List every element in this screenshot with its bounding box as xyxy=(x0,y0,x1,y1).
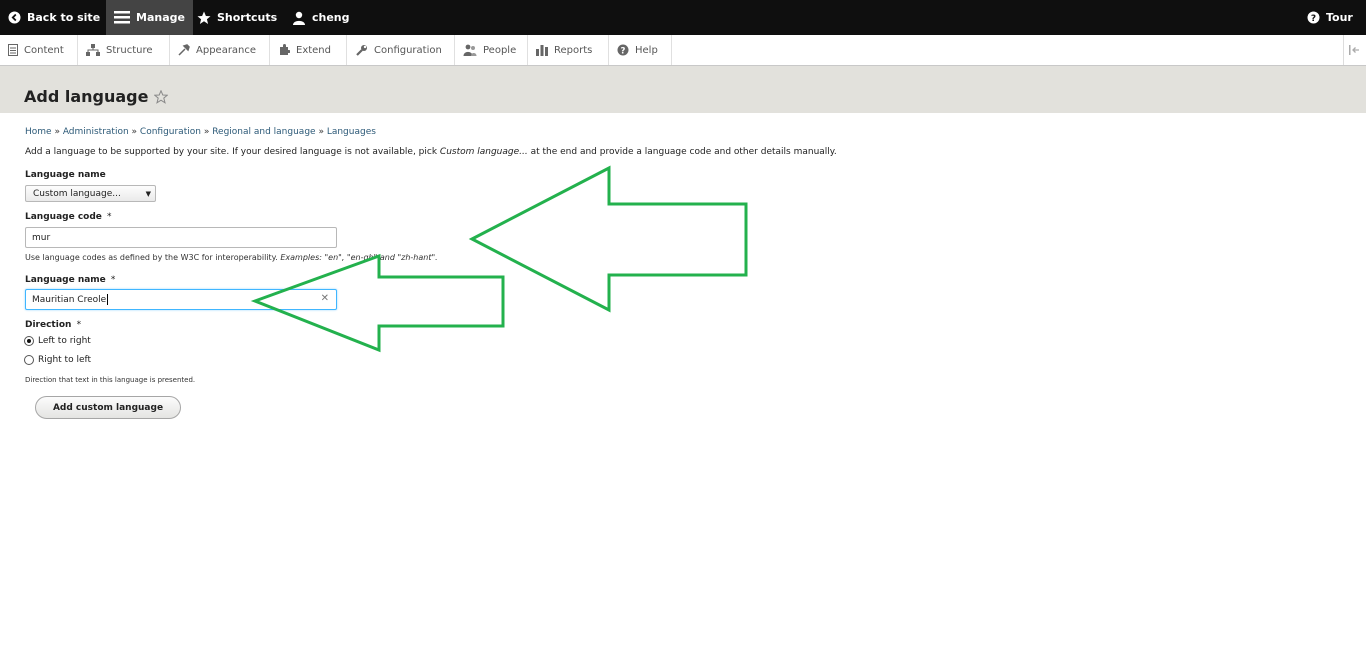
page-description: Add a language to be supported by your s… xyxy=(25,147,837,157)
shortcuts-tab[interactable]: Shortcuts xyxy=(197,0,277,35)
manage-label: Manage xyxy=(136,11,185,24)
tray-item-help[interactable]: ? Help xyxy=(609,35,672,65)
direction-help: Direction that text in this language is … xyxy=(25,376,196,384)
required-mark: * xyxy=(76,320,82,330)
reports-icon xyxy=(536,45,548,56)
manage-tab[interactable]: Manage xyxy=(106,0,193,35)
dropdown-caret-icon: ▼ xyxy=(145,190,151,198)
collapse-icon xyxy=(1349,45,1359,55)
required-mark: * xyxy=(107,212,112,222)
configuration-icon xyxy=(356,44,367,56)
tray-item-structure[interactable]: Structure xyxy=(78,35,170,65)
star-icon xyxy=(197,11,211,24)
langcode-value: mur xyxy=(32,232,51,243)
radio-rtl[interactable] xyxy=(24,355,34,365)
svg-text:?: ? xyxy=(1311,14,1316,24)
direction-rtl-label: Right to left xyxy=(38,355,92,365)
language-name-label: Language name * xyxy=(25,275,116,285)
back-arrow-icon xyxy=(8,11,21,24)
direction-rtl-option[interactable]: Right to left xyxy=(24,355,91,365)
help-icon: ? xyxy=(617,44,629,56)
admin-toolbar: Back to site Manage Shortcuts cheng ? To… xyxy=(0,0,1366,35)
tray-label: Structure xyxy=(106,44,153,56)
breadcrumb-configuration[interactable]: Configuration xyxy=(140,127,201,137)
language-select-value: Custom language... xyxy=(33,188,121,199)
add-custom-language-button[interactable]: Add custom language xyxy=(35,396,181,419)
required-mark: * xyxy=(110,275,116,285)
user-tab[interactable]: cheng xyxy=(292,0,350,35)
tray-item-reports[interactable]: Reports xyxy=(528,35,609,65)
langcode-label: Language code * xyxy=(25,212,112,222)
back-to-site-link[interactable]: Back to site xyxy=(8,0,100,35)
tray-orientation-toggle[interactable] xyxy=(1343,35,1366,65)
tray-item-content[interactable]: Content xyxy=(0,35,78,65)
language-select-label: Language name xyxy=(25,170,106,180)
admin-tray: Content Structure Appearance Extend Conf… xyxy=(0,35,1366,66)
breadcrumb-administration[interactable]: Administration xyxy=(63,127,129,137)
page-title: Add language xyxy=(24,87,169,106)
radio-ltr[interactable] xyxy=(24,336,34,346)
tray-item-people[interactable]: People xyxy=(455,35,528,65)
language-name-input[interactable]: Mauritian Creole ✕ xyxy=(25,289,337,310)
structure-icon xyxy=(86,44,100,56)
direction-ltr-option[interactable]: Left to right xyxy=(24,336,91,346)
appearance-icon xyxy=(178,44,190,56)
direction-label: Direction * xyxy=(25,320,82,330)
menu-icon xyxy=(114,11,130,24)
tour-label: Tour xyxy=(1326,11,1353,24)
breadcrumb-home[interactable]: Home xyxy=(25,127,52,137)
question-icon: ? xyxy=(1307,11,1320,24)
breadcrumb-languages[interactable]: Languages xyxy=(327,127,376,137)
breadcrumb-regional[interactable]: Regional and language xyxy=(212,127,315,137)
tray-label: Appearance xyxy=(196,44,257,56)
tray-label: Help xyxy=(635,44,658,56)
shortcut-star-icon[interactable] xyxy=(154,89,169,104)
breadcrumb: Home » Administration » Configuration » … xyxy=(25,127,376,137)
tray-label: Configuration xyxy=(374,44,442,56)
direction-ltr-label: Left to right xyxy=(38,336,91,346)
extend-icon xyxy=(280,44,290,55)
page-header xyxy=(0,66,1366,113)
tray-item-configuration[interactable]: Configuration xyxy=(347,35,455,65)
people-icon xyxy=(463,44,477,56)
tray-label: People xyxy=(483,44,517,56)
clear-icon[interactable]: ✕ xyxy=(321,293,329,304)
langcode-input[interactable]: mur xyxy=(25,227,337,248)
tray-label: Content xyxy=(24,44,64,56)
annotation-arrow-langcode xyxy=(468,165,748,313)
langcode-help: Use language codes as defined by the W3C… xyxy=(25,253,438,262)
svg-text:?: ? xyxy=(621,46,626,56)
text-cursor xyxy=(107,294,109,305)
tray-item-appearance[interactable]: Appearance xyxy=(170,35,270,65)
content-icon xyxy=(8,44,18,56)
tray-label: Extend xyxy=(296,44,331,56)
language-select[interactable]: Custom language... ▼ xyxy=(25,185,156,202)
tour-button[interactable]: ? Tour xyxy=(1307,0,1353,35)
page-title-text: Add language xyxy=(24,87,149,106)
tray-label: Reports xyxy=(554,44,593,56)
tray-item-extend[interactable]: Extend xyxy=(270,35,347,65)
user-label: cheng xyxy=(312,11,350,24)
back-to-site-label: Back to site xyxy=(27,11,101,24)
language-name-value: Mauritian Creole xyxy=(32,294,107,305)
shortcuts-label: Shortcuts xyxy=(217,11,278,24)
user-icon xyxy=(293,11,305,25)
